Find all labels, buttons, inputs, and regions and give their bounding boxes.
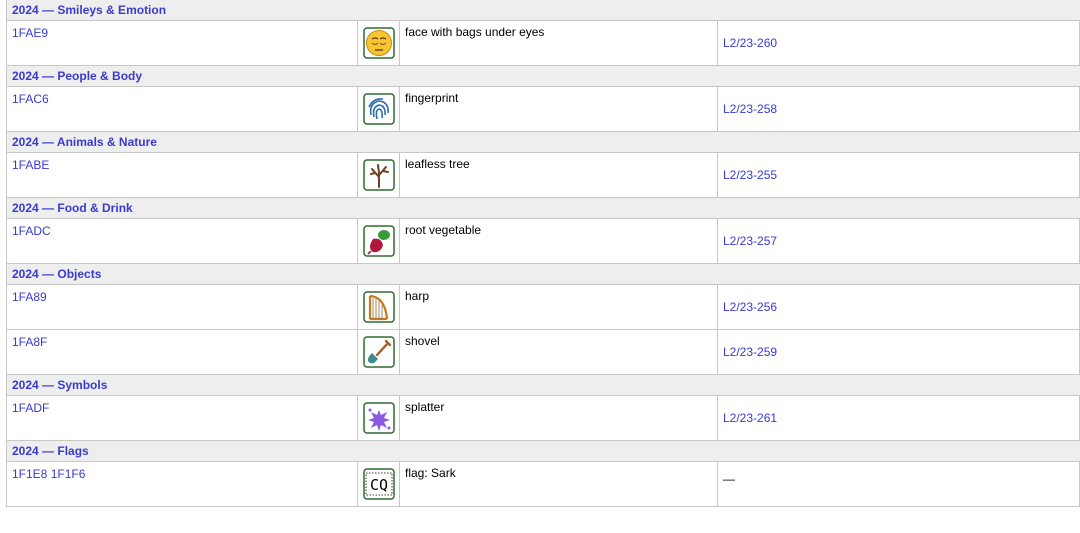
splatter-icon — [362, 402, 395, 434]
emoji-image-cell — [357, 219, 399, 263]
fingerprint-icon — [362, 93, 395, 125]
category-header[interactable]: 2024 — Food & Drink — [6, 198, 1080, 219]
code-point-link[interactable]: 1F1E8 1F1F6 — [6, 462, 357, 506]
proposal-link[interactable]: L2/23-255 — [717, 153, 1080, 197]
table-row: 1F1E8 1F1F6 CQ flag: Sark — — [6, 462, 1080, 507]
emoji-table: 2024 — Smileys & Emotion 1FAE9 face with… — [6, 0, 1080, 507]
code-point-link[interactable]: 1FABE — [6, 153, 357, 197]
code-point-link[interactable]: 1FAE9 — [6, 21, 357, 65]
proposal-link[interactable]: L2/23-258 — [717, 87, 1080, 131]
face-with-bags-under-eyes-icon — [362, 27, 395, 59]
category-header[interactable]: 2024 — Smileys & Emotion — [6, 0, 1080, 21]
category-header[interactable]: 2024 — People & Body — [6, 66, 1080, 87]
emoji-name: root vegetable — [399, 219, 717, 263]
code-point-link[interactable]: 1FA8F — [6, 330, 357, 374]
emoji-name: harp — [399, 285, 717, 329]
emoji-image-cell — [357, 285, 399, 329]
code-point-link[interactable]: 1FAC6 — [6, 87, 357, 131]
emoji-name: splatter — [399, 396, 717, 440]
code-point-link[interactable]: 1FADF — [6, 396, 357, 440]
root-vegetable-icon — [362, 225, 395, 257]
table-row: 1FA89 harp L2/23-256 — [6, 285, 1080, 330]
emoji-image-cell: CQ — [357, 462, 399, 506]
category-header[interactable]: 2024 — Flags — [6, 441, 1080, 462]
table-row: 1FAC6 fingerprint L2/23-258 — [6, 87, 1080, 132]
proposal-link[interactable]: L2/23-259 — [717, 330, 1080, 374]
category-header[interactable]: 2024 — Objects — [6, 264, 1080, 285]
leafless-tree-icon — [362, 159, 395, 191]
proposal-link[interactable]: L2/23-260 — [717, 21, 1080, 65]
emoji-name: flag: Sark — [399, 462, 717, 506]
emoji-image-cell — [357, 396, 399, 440]
table-row: 1FAE9 face with bags under eyes L2/23-26… — [6, 21, 1080, 66]
category-header[interactable]: 2024 — Symbols — [6, 375, 1080, 396]
table-row: 1FABE leafless tree L2/23-255 — [6, 153, 1080, 198]
table-row: 1FADF splatter L2/23-261 — [6, 396, 1080, 441]
emoji-image-cell — [357, 87, 399, 131]
category-header[interactable]: 2024 — Animals & Nature — [6, 132, 1080, 153]
emoji-name: leafless tree — [399, 153, 717, 197]
table-row: 1FADC root vegetable L2/23-257 — [6, 219, 1080, 264]
flag-letters: CQ — [369, 476, 387, 494]
emoji-image-cell — [357, 21, 399, 65]
emoji-image-cell — [357, 153, 399, 197]
emoji-name: shovel — [399, 330, 717, 374]
shovel-icon — [362, 336, 395, 368]
proposal-link[interactable]: L2/23-257 — [717, 219, 1080, 263]
table-row: 1FA8F shovel L2/23-259 — [6, 330, 1080, 375]
proposal-link: — — [717, 462, 1080, 506]
harp-icon — [362, 291, 395, 323]
code-point-link[interactable]: 1FADC — [6, 219, 357, 263]
code-point-link[interactable]: 1FA89 — [6, 285, 357, 329]
proposal-link[interactable]: L2/23-261 — [717, 396, 1080, 440]
emoji-image-cell — [357, 330, 399, 374]
proposal-link[interactable]: L2/23-256 — [717, 285, 1080, 329]
emoji-name: fingerprint — [399, 87, 717, 131]
flag-sark-icon: CQ — [362, 468, 395, 500]
emoji-name: face with bags under eyes — [399, 21, 717, 65]
